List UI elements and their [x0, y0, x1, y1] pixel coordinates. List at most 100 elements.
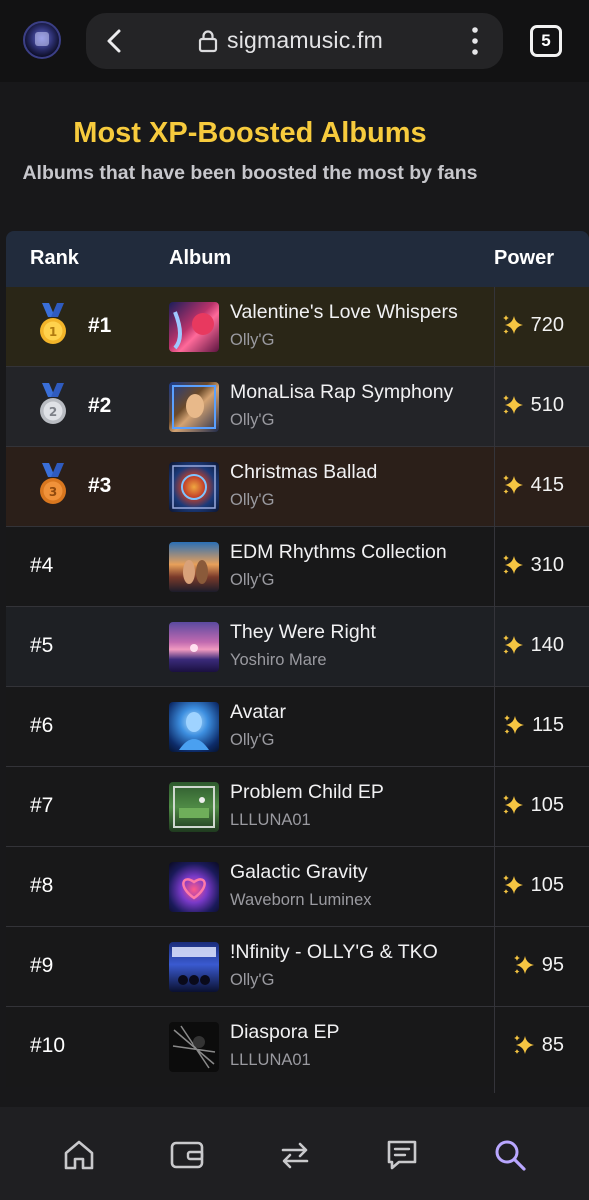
sparkle-icon: [502, 875, 523, 894]
album-cover-image[interactable]: [169, 462, 219, 512]
power-cell: 310: [501, 553, 564, 577]
svg-text:3: 3: [49, 485, 57, 499]
rank-value: #2: [88, 394, 112, 417]
power-value: 510: [530, 393, 564, 416]
album-artist[interactable]: Olly'G: [230, 731, 274, 750]
sparkle-icon: [502, 475, 523, 494]
bronze-medal-icon: 3: [40, 463, 66, 504]
table-row[interactable]: #8 Galactic Gravity Waveborn Luminex 105: [6, 847, 589, 927]
tab-switcher-button[interactable]: 5: [530, 25, 562, 57]
album-title[interactable]: They Were Right: [230, 621, 376, 644]
sparkle-icon: [502, 555, 523, 574]
sparkle-icon: [513, 955, 534, 974]
svg-text:1: 1: [49, 325, 57, 339]
table-row[interactable]: #9 !Nfinity - OLLY'G & TKO Olly'G 95: [6, 927, 589, 1007]
rank-value: #8: [30, 874, 54, 897]
album-cover-image[interactable]: [169, 1022, 219, 1072]
album-title[interactable]: EDM Rhythms Collection: [230, 541, 447, 564]
album-title[interactable]: Christmas Ballad: [230, 461, 377, 484]
rank-value: #10: [30, 1034, 66, 1057]
album-cover-image[interactable]: [169, 542, 219, 592]
page-subtitle: Albums that have been boosted the most b…: [22, 162, 478, 184]
album-title[interactable]: Diaspora EP: [230, 1021, 339, 1044]
rank-value: #7: [30, 794, 54, 817]
rank-value: #6: [30, 714, 54, 737]
power-value: 720: [530, 313, 564, 336]
table-row[interactable]: 1 #1 Valentine's Love Whispers Olly'G 72…: [6, 287, 589, 367]
url-text[interactable]: sigmamusic.fm: [227, 27, 383, 54]
power-value: 85: [541, 1033, 564, 1056]
leaderboard-table: Rank Album Power 1 #1 Valentine's Love W…: [6, 231, 589, 1093]
lock-icon: [198, 30, 218, 53]
power-value: 140: [530, 633, 564, 656]
album-title[interactable]: Problem Child EP: [230, 781, 384, 804]
album-title[interactable]: Avatar: [230, 701, 286, 724]
page-title: Most XP-Boosted Albums: [73, 117, 427, 149]
search-icon[interactable]: [492, 1137, 528, 1173]
table-row[interactable]: #4 EDM Rhythms Collection Olly'G 310: [6, 527, 589, 607]
album-artist[interactable]: Olly'G: [230, 571, 274, 590]
power-cell: 105: [501, 873, 564, 897]
power-cell: 140: [501, 633, 564, 657]
album-artist[interactable]: Olly'G: [230, 971, 274, 990]
power-cell: 105: [501, 793, 564, 817]
power-value: 310: [530, 553, 564, 576]
sparkle-icon: [504, 715, 525, 734]
sparkle-icon: [502, 795, 523, 814]
silver-medal-icon: 2: [40, 383, 66, 424]
album-artist[interactable]: Yoshiro Mare: [230, 651, 327, 670]
svg-text:2: 2: [49, 405, 57, 419]
album-cover-image[interactable]: [169, 302, 219, 352]
more-menu-icon[interactable]: [464, 24, 486, 58]
rank-value: #9: [30, 954, 54, 977]
swap-icon[interactable]: [277, 1137, 313, 1173]
album-cover-image[interactable]: [169, 862, 219, 912]
table-row[interactable]: 3 #3 Christmas Ballad Olly'G 415: [6, 447, 589, 527]
power-cell: 510: [501, 393, 564, 417]
power-cell: 415: [501, 473, 564, 497]
power-value: 105: [530, 793, 564, 816]
power-value: 95: [541, 953, 564, 976]
album-title[interactable]: !Nfinity - OLLY'G & TKO: [230, 941, 438, 964]
album-title[interactable]: MonaLisa Rap Symphony: [230, 381, 453, 404]
album-cover-image[interactable]: [169, 702, 219, 752]
rank-value: #1: [88, 314, 112, 337]
album-artist[interactable]: LLLUNA01: [230, 811, 311, 830]
album-artist[interactable]: Olly'G: [230, 331, 274, 350]
table-row[interactable]: #10 Diaspora EP LLLUNA01 85: [6, 1007, 589, 1087]
sparkle-icon: [502, 315, 523, 334]
chat-icon[interactable]: [384, 1137, 420, 1173]
table-header: Rank Album Power: [6, 231, 589, 287]
rank-value: #5: [30, 634, 54, 657]
gold-medal-icon: 1: [40, 303, 66, 344]
album-cover-image[interactable]: [169, 942, 219, 992]
power-cell: 85: [512, 1033, 564, 1057]
album-artist[interactable]: Olly'G: [230, 411, 274, 430]
album-artist[interactable]: LLLUNA01: [230, 1051, 311, 1070]
album-title[interactable]: Valentine's Love Whispers: [230, 301, 458, 324]
power-cell: 720: [501, 313, 564, 337]
album-cover-image[interactable]: [169, 622, 219, 672]
back-arrow-icon[interactable]: [100, 26, 130, 56]
bottom-navigation: [0, 1107, 589, 1200]
power-cell: 95: [512, 953, 564, 977]
album-cover-image[interactable]: [169, 382, 219, 432]
album-artist[interactable]: Waveborn Luminex: [230, 891, 372, 910]
power-column-header: Power: [494, 247, 555, 269]
power-value: 115: [532, 713, 564, 736]
home-icon[interactable]: [61, 1137, 97, 1173]
sparkle-icon: [502, 635, 523, 654]
album-title[interactable]: Galactic Gravity: [230, 861, 368, 884]
album-artist[interactable]: Olly'G: [230, 491, 274, 510]
table-row[interactable]: #6 Avatar Olly'G 115: [6, 687, 589, 767]
album-cover-image[interactable]: [169, 782, 219, 832]
sparkle-icon: [502, 395, 523, 414]
table-row[interactable]: #7 Problem Child EP LLLUNA01 105: [6, 767, 589, 847]
table-row[interactable]: #5 They Were Right Yoshiro Mare 140: [6, 607, 589, 687]
rank-value: #3: [88, 474, 112, 497]
album-column-header: Album: [169, 247, 232, 269]
wallet-icon[interactable]: [169, 1137, 205, 1173]
sparkle-icon: [513, 1035, 534, 1054]
profile-avatar[interactable]: [23, 21, 61, 59]
table-row[interactable]: 2 #2 MonaLisa Rap Symphony Olly'G 510: [6, 367, 589, 447]
